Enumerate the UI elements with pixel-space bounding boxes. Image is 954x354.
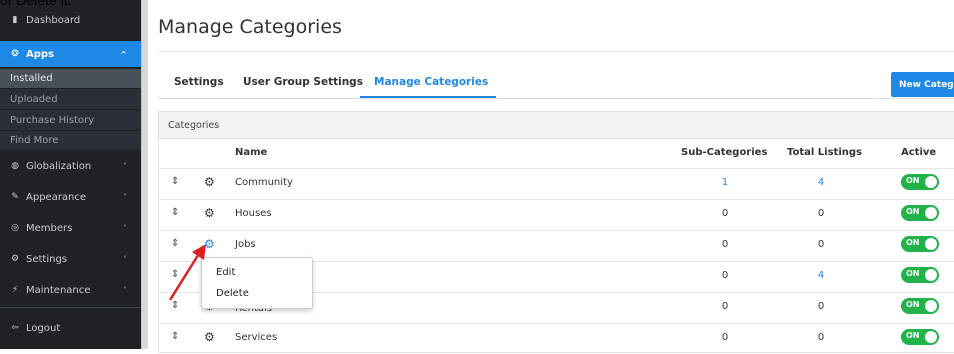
sidebar-item-globalization[interactable]: ◍ Globalization ˅ (0, 155, 141, 177)
toggle-knob (925, 238, 937, 250)
bolt-icon: ⚡ (11, 285, 19, 295)
sidebar-item-label: Apps (26, 48, 55, 60)
page-title: Manage Categories (158, 16, 342, 38)
tab-settings[interactable]: Settings (174, 76, 224, 88)
sidebar-item-label: Members (26, 222, 73, 234)
active-toggle[interactable]: ON (901, 236, 939, 252)
column-header-sub-categories: Sub-Categories (681, 147, 768, 158)
column-header-total-listings: Total Listings (787, 147, 862, 158)
gear-icon[interactable]: ⚙ (204, 330, 215, 344)
column-header-active: Active (901, 147, 937, 158)
active-toggle[interactable]: ON (901, 174, 939, 190)
active-toggle[interactable]: ON (901, 205, 939, 221)
sub-categories-count[interactable]: 1 (705, 177, 745, 188)
sidebar-item-label: Logout (26, 322, 61, 334)
divider (158, 51, 954, 52)
toggle-label: ON (906, 331, 920, 340)
sub-categories-count: 0 (721, 208, 729, 219)
total-listings-count: 0 (817, 208, 825, 219)
chevron-down-icon: ˅ (123, 285, 127, 295)
sidebar-item-logout[interactable]: ⇦ Logout (0, 317, 141, 339)
sub-categories-count: 0 (721, 301, 729, 312)
drag-sort-icon[interactable]: ⇕ (171, 331, 179, 342)
logout-icon: ⇦ (11, 323, 19, 333)
sidebar-item-label: Maintenance (26, 284, 91, 296)
table-row: ⇕ ⚙ Community 1 4 ON (159, 168, 954, 199)
sidebar-item-members[interactable]: ◎ Members ˅ (0, 217, 141, 239)
total-listings-count[interactable]: 4 (801, 270, 841, 281)
sidebar-item-label: Appearance (26, 191, 87, 203)
drag-sort-icon[interactable]: ⇕ (171, 207, 179, 218)
category-name: Services (235, 332, 278, 343)
gear-icon: ⚙ (10, 254, 20, 264)
sidebar-item-label: Uploaded (10, 93, 58, 105)
sidebar-item-uploaded[interactable]: Uploaded (0, 89, 141, 109)
category-name: Jobs (235, 239, 256, 250)
total-listings-count[interactable]: 4 (801, 177, 841, 188)
toggle-label: ON (906, 238, 920, 247)
sidebar-divider (0, 307, 141, 308)
sidebar-item-label: Settings (26, 253, 68, 265)
annotation-arrow (168, 244, 206, 301)
sub-categories-count: 0 (721, 270, 729, 281)
brush-icon: ✎ (11, 192, 19, 202)
drag-sort-icon[interactable]: ⇕ (171, 176, 179, 187)
sidebar-item-label: Dashboard (26, 14, 81, 26)
categories-panel: Categories Name Sub-Categories Total Lis… (158, 111, 954, 353)
chevron-down-icon: ˅ (123, 223, 127, 233)
toggle-label: ON (906, 176, 920, 185)
toggle-label: ON (906, 300, 920, 309)
active-toggle[interactable]: ON (901, 329, 939, 345)
total-listings-count: 0 (817, 301, 825, 312)
column-header-name: Name (235, 147, 268, 158)
toggle-label: ON (906, 269, 920, 278)
sidebar-item-apps[interactable]: ❂ Apps ^ (0, 41, 141, 67)
sidebar-item-find-more[interactable]: Find More (0, 131, 141, 150)
sidebar-item-label: Purchase History (10, 114, 95, 126)
toggle-knob (925, 331, 937, 343)
toggle-knob (925, 300, 937, 312)
chart-icon: ▮ (12, 15, 18, 25)
sidebar-item-label: Globalization (26, 160, 92, 172)
menu-item-delete[interactable]: Delete (216, 288, 249, 299)
sidebar-item-appearance[interactable]: ✎ Appearance ˅ (0, 186, 141, 208)
sub-categories-count: 0 (721, 239, 729, 250)
toggle-label: ON (906, 207, 920, 216)
total-listings-count: 0 (817, 332, 825, 343)
sidebar-item-installed[interactable]: Installed (0, 69, 141, 88)
total-listings-count: 0 (817, 239, 825, 250)
tab-bar-border (158, 98, 954, 99)
table-row: ⇕ ⚙ Houses 0 0 ON (159, 199, 954, 230)
category-name: Community (235, 177, 293, 188)
chevron-down-icon: ˅ (123, 254, 127, 264)
category-name: Houses (235, 208, 272, 219)
sidebar-item-settings[interactable]: ⚙ Settings ˅ (0, 248, 141, 270)
toggle-knob (925, 176, 937, 188)
caption-text: or Delete it. (0, 0, 72, 8)
sidebar-item-purchase-history[interactable]: Purchase History (0, 110, 141, 130)
sidebar-item-label: Installed (10, 73, 53, 84)
toggle-knob (925, 207, 937, 219)
chevron-down-icon: ˅ (123, 192, 127, 202)
tab-user-group-settings[interactable]: User Group Settings (243, 76, 363, 88)
panel-heading: Categories (159, 112, 954, 139)
new-category-button[interactable]: New Category (891, 72, 954, 97)
gear-icon[interactable]: ⚙ (204, 175, 215, 189)
active-toggle[interactable]: ON (901, 267, 939, 283)
members-icon: ◎ (11, 223, 19, 233)
chevron-down-icon: ˅ (123, 161, 127, 171)
table-row: ⇕ ⚙ Services 0 0 ON (159, 323, 954, 354)
sidebar-item-label: Find More (10, 135, 59, 146)
chevron-up-icon: ^ (120, 49, 127, 59)
sidebar: ▮ Dashboard ❂ Apps ^ Installed Uploaded … (0, 0, 141, 349)
sidebar-item-maintenance[interactable]: ⚡ Maintenance ˅ (0, 279, 141, 301)
sub-categories-count: 0 (721, 332, 729, 343)
gear-icon[interactable]: ⚙ (204, 206, 215, 220)
apps-icon: ❂ (11, 49, 19, 59)
globe-icon: ◍ (11, 161, 19, 171)
tab-manage-categories[interactable]: Manage Categories (374, 76, 488, 88)
sidebar-item-dashboard[interactable]: ▮ Dashboard (0, 10, 141, 30)
active-toggle[interactable]: ON (901, 298, 939, 314)
toggle-knob (925, 269, 937, 281)
